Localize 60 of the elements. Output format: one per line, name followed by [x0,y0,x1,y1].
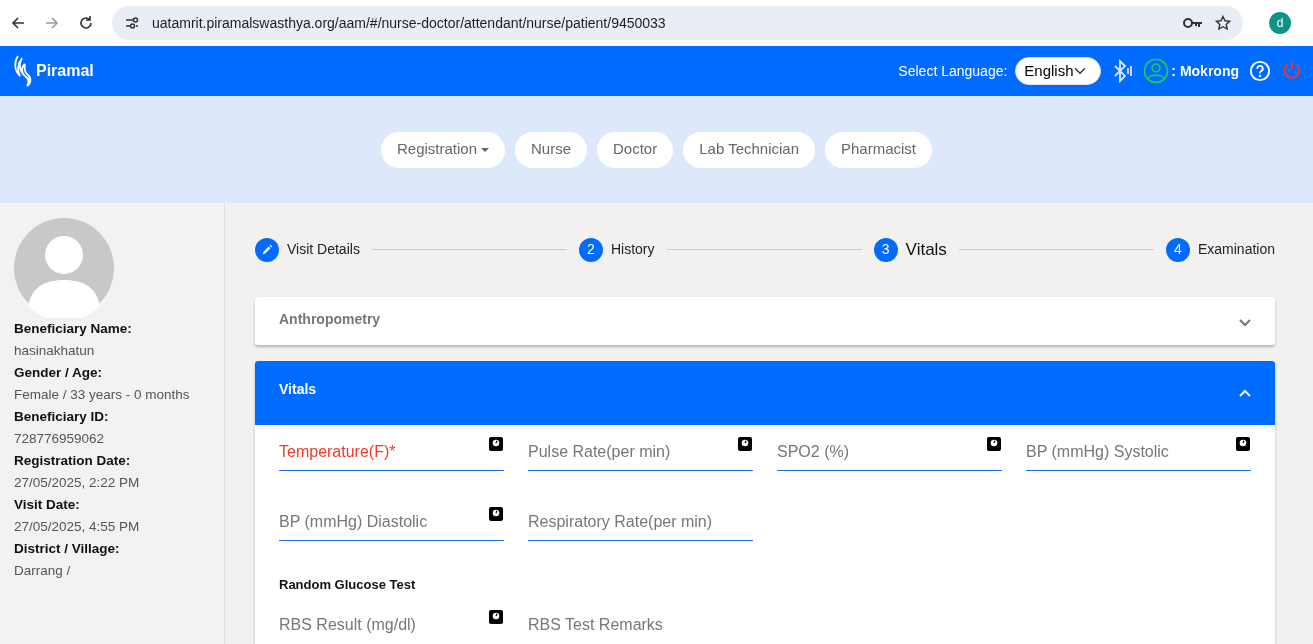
role-button[interactable]: Pharmacist [825,131,933,168]
role-button[interactable]: Nurse [515,131,587,168]
field-value: Female / 33 years - 0 months [14,386,191,404]
input-field[interactable]: SPO2 (%) [777,439,986,470]
input-field[interactable]: Respiratory Rate(per min) [528,509,753,540]
input-field[interactable]: BP (mmHg) Systolic [1026,439,1235,470]
field-value: 27/05/2025, 2:22 PM [14,474,141,492]
url-text: uatamrit.piramalswasthya.org/aam/#/nurse-doctor/attendant/nurse/patient/9450033 [152,13,667,33]
help-icon[interactable] [1249,60,1271,82]
role-button[interactable]: Lab Technician [683,131,815,168]
field-label: Registration Date: [14,452,132,470]
chevron-down-icon[interactable] [1239,318,1251,327]
step-label[interactable]: History [610,239,655,261]
step-label[interactable]: Visit Details [287,239,360,261]
group-heading: Random Glucose Test [279,575,417,594]
scale-icon[interactable] [488,505,504,522]
input-field[interactable]: RBS Test Remarks [528,613,753,643]
input-field[interactable]: Pulse Rate(per min) [528,439,737,470]
field-label: Beneficiary ID: [14,408,110,426]
input-field[interactable]: RBS Result (mg/dl) [279,613,488,643]
field-value: hasinakhatun [14,342,96,360]
forward-icon[interactable] [44,15,60,31]
scale-icon[interactable] [737,435,753,452]
site-settings-icon[interactable] [124,15,140,31]
bluetooth-icon[interactable] [1111,59,1134,83]
user-name: : Mokrong [1171,61,1239,81]
scale-icon[interactable] [1235,435,1251,452]
field-label: Gender / Age: [14,364,103,382]
language-select[interactable]: English [1015,57,1102,85]
brand-logo: Piramal [12,54,94,88]
field-value: Darrang / [14,562,72,580]
input-field[interactable]: Temperature(F)* [279,439,488,470]
profile-avatar[interactable]: d [1269,12,1291,34]
step-number: 4 [1165,237,1190,262]
input-field[interactable]: BP (mmHg) Diastolic [279,509,488,540]
field-label: Visit Date: [14,496,81,514]
step-label[interactable]: Vitals [905,237,947,263]
step-number: 3 [873,237,898,262]
field-label: Beneficiary Name: [14,320,133,338]
field-value: 27/05/2025, 4:55 PM [14,518,141,536]
role-button[interactable]: Doctor [597,131,674,168]
field-value: 728776959062 [14,430,106,448]
back-icon[interactable] [10,15,26,31]
scale-icon[interactable] [488,609,504,625]
reload-icon[interactable] [78,15,94,31]
section-header[interactable]: Vitals [255,360,1275,425]
chevron-up-icon[interactable] [1239,388,1251,397]
language-label: Select Language: [898,61,1008,81]
role-button[interactable]: Registration [380,131,505,168]
pencil-icon [255,237,279,262]
scale-icon[interactable] [488,435,504,452]
step-number: 2 [578,237,603,262]
flame-icon [12,54,32,88]
star-icon[interactable] [1215,15,1231,31]
key-icon[interactable] [1183,17,1203,29]
scale-icon[interactable] [986,435,1002,452]
step-label[interactable]: Examination [1197,239,1275,261]
section-header[interactable]: Anthropometry [255,296,1275,345]
field-label: District / Village: [14,540,121,558]
address-bar[interactable]: uatamrit.piramalswasthya.org/aam/#/nurse-doctor/attendant/nurse/patient/9450033 [112,6,1243,40]
